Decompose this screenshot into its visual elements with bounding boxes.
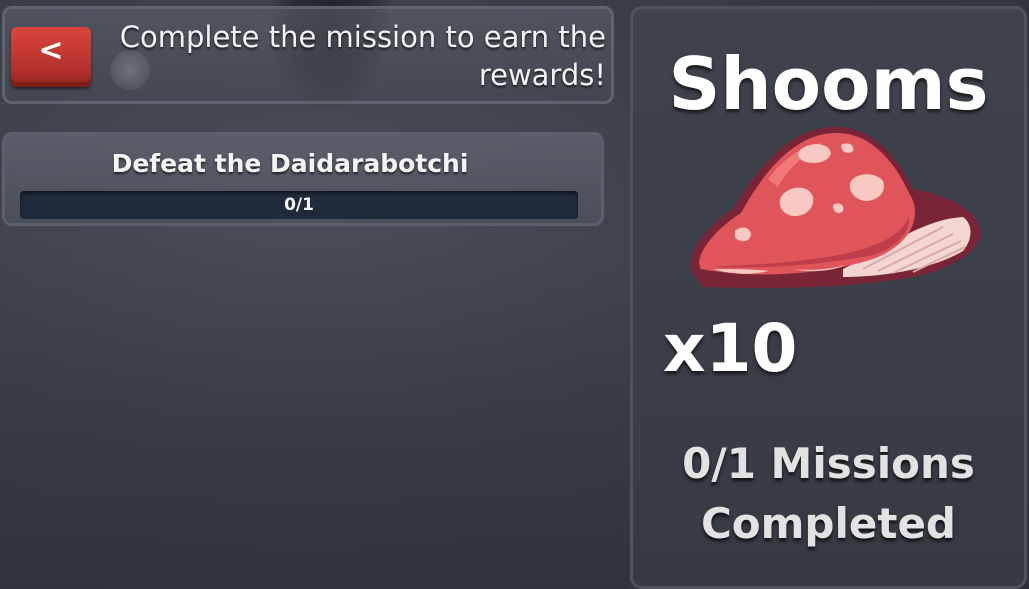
back-arrow-icon: < [38,33,64,68]
reward-name: Shooms [668,42,989,126]
missions-completed-status: 0/1 Missions Completed [682,439,975,548]
mission-title: Defeat the Daidarabotchi [111,149,469,178]
mission-card: Defeat the Daidarabotchi 0/1 [2,132,604,226]
reward-panel: Shooms x10 0/1 Missions Completed [630,6,1027,589]
mission-progress-bar: 0/1 [20,191,578,219]
instruction-text: Complete the mission to earn the rewards… [119,20,606,92]
mushroom-icon [690,126,982,288]
background-fog [0,230,630,589]
back-button[interactable]: < [11,27,91,87]
mission-progress-text: 0/1 [284,195,314,215]
reward-quantity: x10 [663,310,798,387]
